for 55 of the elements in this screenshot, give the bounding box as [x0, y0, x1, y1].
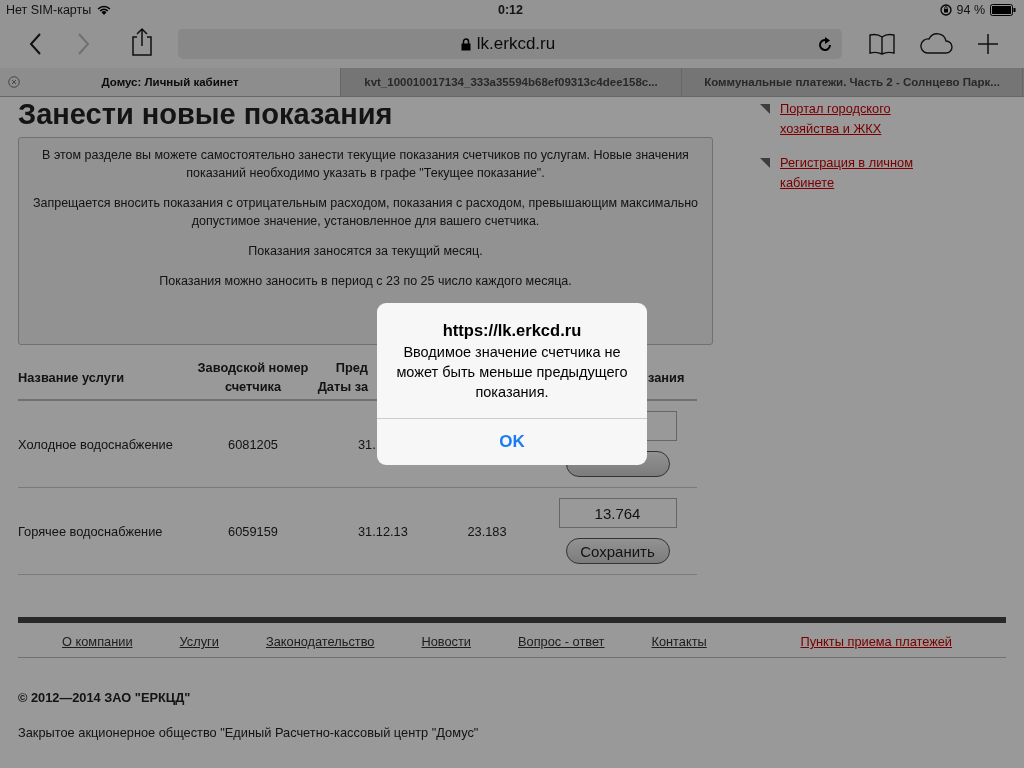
column-header: Заводской номер [196, 359, 310, 377]
reading-field[interactable]: 13.764 [558, 498, 677, 528]
footer-link[interactable]: Законодательство [265, 634, 375, 649]
save-button[interactable]: Сохранить [565, 538, 670, 564]
wifi-icon [96, 4, 113, 16]
page-heading: Занести новые показания [18, 97, 394, 131]
dialog-title: https://lk.erkcd.ru [442, 321, 582, 340]
book-icon[interactable] [869, 33, 895, 55]
footer-link[interactable]: Пункты приема платежей [800, 634, 952, 649]
notice-text: Запрещается вносить показания с отрицательным расходом, показания с расходом, превышающим максимально допустимое значение, установленное для вашего счетчика. [31, 195, 700, 230]
address-text: lk.erkcd.ru [476, 34, 556, 54]
browser-tab[interactable]: Коммунальные платежи. Часть 2 - Солнцево Парк... [682, 68, 1023, 96]
column-header: зания [648, 368, 686, 387]
footer-link[interactable]: Контакты [651, 634, 707, 649]
ok-button[interactable]: OK [377, 418, 647, 465]
cloud-icon[interactable] [919, 33, 953, 55]
meter-number: 6059159 [228, 523, 278, 539]
dialog-message: Вводимое значение счетчика не может быть меньше предыдущего показания. [395, 343, 629, 402]
meter-number: 6081205 [228, 436, 278, 452]
clock-time: 0:12 [498, 3, 524, 17]
notice-text: В этом разделе вы можете самостоятельно занести текущие показания счетчиков по услугам. Новые значения показаний необходимо указать в графе "Текущее показание". [41, 147, 690, 182]
browser-tab[interactable]: Домус: Личный кабинет [0, 68, 341, 96]
service-name: Холодное водоснабжение [18, 436, 173, 452]
battery-icon [990, 4, 1016, 16]
triangle-icon [760, 104, 770, 114]
browser-tab[interactable]: kvt_100010017134_333a35594b68ef09313c4dee158c... [341, 68, 682, 96]
entry-date: 31.12.13 [358, 523, 408, 539]
service-name: Горячее водоснабжение [18, 523, 163, 539]
address-bar[interactable]: lk.erkcd.ru [178, 29, 842, 59]
sidebar-link[interactable]: Портал городского хозяйства и ЖКХ [780, 99, 930, 139]
column-header: Даты за [316, 378, 368, 396]
previous-reading: 23.183 [467, 523, 507, 539]
carrier-label: Нет SIM-карты [6, 3, 92, 17]
reload-icon[interactable] [818, 36, 832, 52]
sidebar-link[interactable]: Регистрация в личном кабинете [780, 153, 930, 193]
rotation-lock-icon [939, 4, 952, 16]
footer-link[interactable]: Вопрос - ответ [518, 634, 605, 649]
share-icon[interactable] [131, 27, 153, 57]
footer-link[interactable]: Услуги [179, 634, 219, 649]
notice-text: Показания заносятся за текущий месяц. [247, 243, 484, 260]
battery-percent: 94 % [956, 3, 985, 17]
copyright-text: © 2012—2014 ЗАО "ЕРКЦД" [18, 690, 192, 705]
close-icon[interactable] [8, 76, 20, 88]
lock-icon [460, 37, 471, 51]
plus-icon[interactable] [977, 33, 999, 55]
column-header: счетчика [223, 378, 283, 396]
footer-link[interactable]: Новости [421, 634, 471, 649]
triangle-icon [760, 158, 770, 168]
notice-text: Показания можно заносить в период с 23 по 25 число каждого месяца. [158, 273, 573, 290]
back-button[interactable] [28, 32, 43, 56]
footer-link[interactable]: О компании [62, 634, 133, 649]
entry-date: 31. [358, 436, 376, 452]
company-text: Закрытое акционерное общество "Единый Расчетно-кассовый центр "Домус" [18, 725, 480, 740]
column-header: Пред [334, 359, 368, 377]
column-header: Название услуги [18, 368, 126, 387]
